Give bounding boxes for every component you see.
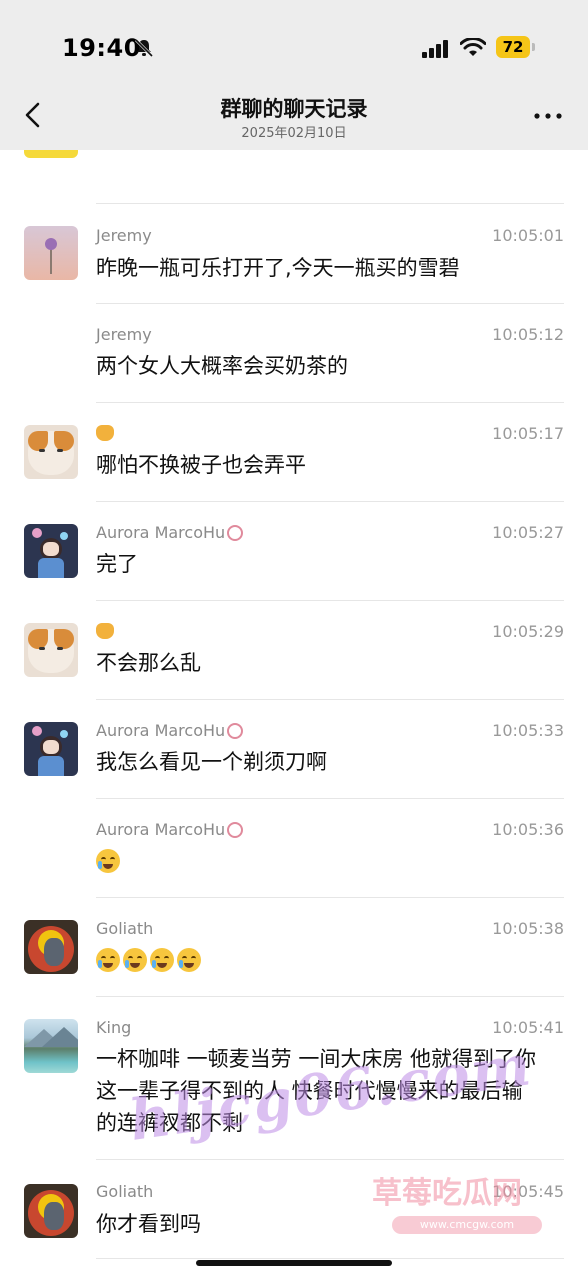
home-indicator[interactable] [196, 1260, 392, 1266]
message-line: 一杯咖啡 一顿麦当劳 一间大床房 他就得到了你 [96, 1047, 537, 1071]
wifi-icon [460, 38, 486, 56]
chat-message: Goliath 10:05:45 你才看到吗 [0, 1160, 588, 1259]
message-text: 一杯咖啡 一顿麦当劳 一间大床房 他就得到了你 这一辈子得不到的人 快餐时代慢慢… [96, 1043, 568, 1139]
chat-message: Jeremy 10:05:12 两个女人大概率会买奶茶的 [0, 304, 588, 403]
cat-emoji-icon [96, 623, 114, 639]
sender-name: Jeremy [96, 226, 152, 245]
landscape-avatar [24, 1019, 78, 1073]
sender-name: King [96, 1018, 132, 1037]
chat-message: 懂? [0, 150, 588, 204]
battery-level: 72 [502, 38, 524, 56]
message-text: 昨晚一瓶可乐打开了,今天一瓶买的雪碧 [96, 256, 460, 280]
message-time: 10:05:17 [492, 424, 564, 443]
cat-avatar [24, 425, 78, 479]
chat-message: Aurora MarcoHu 10:05:27 完了 [0, 502, 588, 601]
bell-muted-icon [134, 38, 154, 58]
laughing-face-icon [150, 948, 174, 972]
sender-name: Jeremy [96, 325, 152, 344]
chat-message: Aurora MarcoHu 10:05:33 我怎么看见一个剃须刀啊 [0, 700, 588, 799]
chat-message: Goliath 10:05:38 [0, 898, 588, 997]
message-line: 这一辈子得不到的人 快餐时代慢慢来的最后输 [96, 1079, 523, 1103]
flower-avatar [24, 226, 78, 280]
message-time: 10:05:33 [492, 721, 564, 740]
sender-name-text: Aurora MarcoHu [96, 523, 226, 542]
message-text: 两个女人大概率会买奶茶的 [96, 354, 348, 378]
flower-badge-icon [227, 723, 244, 739]
battery-indicator: 72 [496, 36, 536, 58]
message-text: 哪怕不换被子也会弄平 [96, 453, 306, 477]
status-bar: 19:40 72 [0, 0, 588, 88]
message-time: 10:05:41 [492, 1018, 564, 1037]
message-text: 完了 [96, 552, 138, 576]
bird-avatar [24, 1184, 78, 1238]
message-time: 10:05:12 [492, 325, 564, 344]
chat-history-list[interactable]: 懂? Jeremy 10:05:01 昨晚一瓶可乐打开了,今天一瓶买的雪碧 Je… [0, 150, 588, 1280]
dog-avatar [24, 150, 78, 158]
cellular-signal-icon [422, 40, 448, 58]
cat-avatar [24, 623, 78, 677]
status-time: 19:40 [62, 34, 141, 62]
laughing-face-icon [123, 948, 147, 972]
cat-emoji-icon [96, 425, 114, 441]
sender-name-text: Aurora MarcoHu [96, 820, 226, 839]
laughing-face-icon [177, 948, 201, 972]
message-time: 10:05:36 [492, 820, 564, 839]
more-options-icon[interactable] [530, 104, 566, 128]
chat-message: Jeremy 10:05:01 昨晚一瓶可乐打开了,今天一瓶买的雪碧 [0, 204, 588, 304]
chat-message: 10:05:29 不会那么乱 [0, 601, 588, 700]
sender-name: Aurora MarcoHu [96, 820, 244, 839]
message-text: 我怎么看见一个剃须刀啊 [96, 750, 327, 774]
sender-name-text: Aurora MarcoHu [96, 721, 226, 740]
page-title: 群聊的聊天记录 [220, 97, 368, 121]
sender-name: Aurora MarcoHu [96, 523, 244, 542]
chat-message: 10:05:17 哪怕不换被子也会弄平 [0, 403, 588, 502]
sender-name: Aurora MarcoHu [96, 721, 244, 740]
message-text: 不会那么乱 [96, 651, 201, 675]
sender-name [96, 622, 114, 641]
sender-name: Goliath [96, 1182, 154, 1201]
message-time: 10:05:29 [492, 622, 564, 641]
message-text: 你才看到吗 [96, 1212, 201, 1236]
anime-girl-avatar [24, 524, 78, 578]
crying-face-icon [96, 849, 120, 873]
anime-girl-avatar [24, 722, 78, 776]
message-content [96, 944, 566, 976]
message-time: 10:05:27 [492, 523, 564, 542]
message-time: 10:05:38 [492, 919, 564, 938]
flower-badge-icon [227, 822, 244, 838]
bird-avatar [24, 920, 78, 974]
message-time: 10:05:45 [492, 1182, 564, 1201]
flower-badge-icon [227, 525, 244, 541]
sender-name [96, 424, 114, 443]
chat-message: Aurora MarcoHu 10:05:36 [0, 799, 588, 898]
message-line: 的连裤衩都不剩 [96, 1111, 243, 1135]
chat-message: King 10:05:41 一杯咖啡 一顿麦当劳 一间大床房 他就得到了你 这一… [0, 997, 588, 1160]
message-time: 10:05:01 [492, 226, 564, 245]
message-content [96, 845, 566, 877]
sender-name: Goliath [96, 919, 154, 938]
nav-bar: 群聊的聊天记录 2025年02月10日 [0, 88, 588, 150]
page-subtitle-date: 2025年02月10日 [241, 126, 347, 141]
laughing-face-icon [96, 948, 120, 972]
